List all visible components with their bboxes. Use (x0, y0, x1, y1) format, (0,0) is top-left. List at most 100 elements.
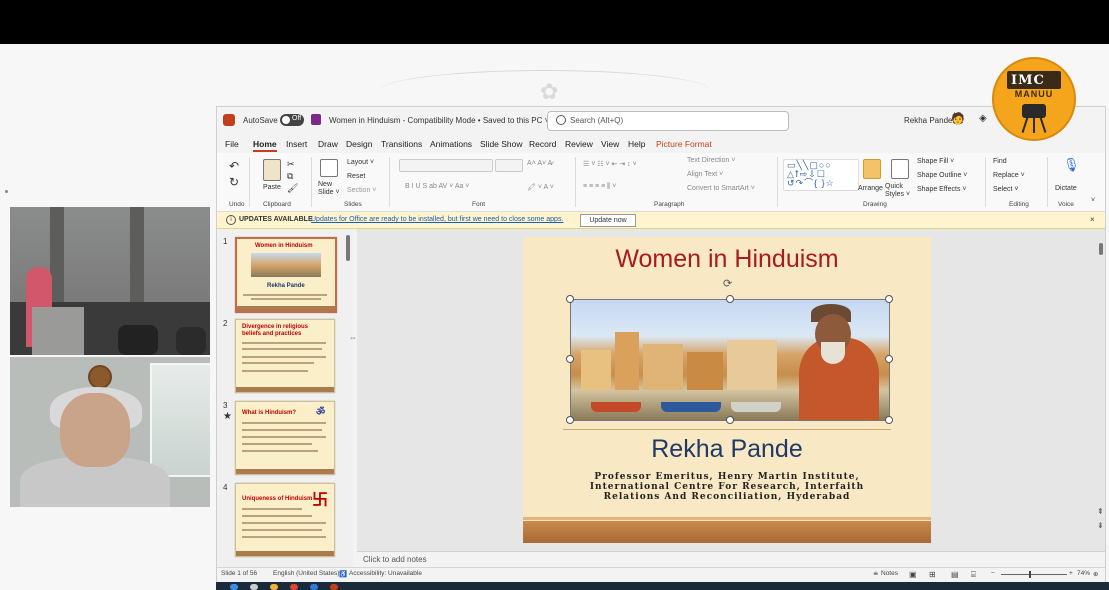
section-button[interactable]: Section ˅ (347, 187, 376, 194)
ribbon-collapse-icon[interactable]: ˅ (1091, 197, 1095, 204)
dictate-button[interactable]: Dictate (1055, 185, 1077, 192)
user-name[interactable]: Rekha Pande (904, 116, 952, 125)
tab-review[interactable]: Review (565, 139, 593, 149)
accessibility-status[interactable]: Accessibility: Unavailable (349, 570, 422, 577)
microphone-icon[interactable]: 🎙 (1063, 157, 1080, 173)
thumbnail-scrollbar[interactable] (346, 235, 350, 261)
save-icon[interactable] (311, 114, 321, 125)
list-bullets-icon[interactable]: ☰ ˅ ☷ ˅ ⇤ ⇥ ↕ ˅ (583, 160, 637, 168)
editor-scrollbar[interactable]: ⇞ ⇟ (1097, 237, 1105, 547)
paste-icon[interactable] (263, 159, 281, 181)
quick-styles-button[interactable]: Quick Styles ˅ (885, 183, 911, 199)
start-icon[interactable] (230, 584, 238, 590)
arrange-icon[interactable] (863, 159, 881, 179)
shapes-gallery[interactable]: ▭╲╲▢○○ △ꝉ⇨⇩☐ ↺↷⌒{ }☆ (783, 159, 859, 191)
notes-toggle[interactable]: Notes (881, 570, 898, 577)
paste-button[interactable]: Paste (263, 184, 281, 191)
zoom-slider[interactable] (1001, 574, 1067, 575)
font-size-select[interactable] (495, 159, 523, 172)
shape-outline-button[interactable]: Shape Outline ˅ (917, 172, 967, 179)
resize-handle[interactable] (726, 416, 734, 424)
zoom-slider-thumb[interactable] (1029, 571, 1031, 578)
arrange-button[interactable]: Arrange (858, 185, 883, 192)
powerpoint-taskbar-icon[interactable] (330, 584, 338, 590)
font-color-icon[interactable]: 🖍 ˅ A ˅ (527, 183, 554, 191)
file-explorer-icon[interactable] (270, 584, 278, 590)
diamond-icon[interactable]: ◈ (979, 113, 987, 124)
layout-button[interactable]: Layout ˅ (347, 159, 374, 166)
tab-home[interactable]: Home (253, 139, 277, 152)
slide-photo-varanasi-ghats[interactable] (570, 299, 890, 421)
previous-slide-icon[interactable]: ⇞ (1097, 507, 1104, 516)
quick-styles-icon[interactable] (891, 159, 909, 179)
notes-pane[interactable]: Click to add notes (357, 551, 1105, 568)
resize-handle[interactable] (885, 295, 893, 303)
resize-handle[interactable] (566, 295, 574, 303)
replace-button[interactable]: Replace ˅ (993, 172, 1025, 179)
rotate-handle-icon[interactable]: ⟳ (723, 277, 732, 290)
shape-effects-button[interactable]: Shape Effects ˅ (917, 186, 967, 193)
copy-icon[interactable]: ⧉ (287, 171, 293, 182)
align-text-button[interactable]: Align Text ˅ (687, 171, 723, 178)
resize-handle[interactable] (885, 355, 893, 363)
convert-smartart-button[interactable]: Convert to SmartArt ˅ (687, 185, 755, 192)
chrome-icon[interactable] (290, 584, 298, 590)
format-painter-icon[interactable]: 🖌 (287, 183, 298, 194)
pane-resize-handle-icon[interactable]: ⇔ (349, 333, 357, 342)
taskbar-search-icon[interactable] (250, 584, 258, 590)
slide-thumbnail-2[interactable]: Divergence in religious beliefs and prac… (235, 319, 335, 393)
tab-help[interactable]: Help (628, 139, 645, 149)
tab-picture-format[interactable]: Picture Format (656, 139, 712, 149)
slide-thumbnail-1[interactable]: Women in Hinduism Rekha Pande (235, 237, 337, 313)
autosave-toggle[interactable]: Off (280, 114, 304, 126)
resize-handle[interactable] (726, 295, 734, 303)
resize-handle[interactable] (566, 355, 574, 363)
tab-insert[interactable]: Insert (286, 139, 307, 149)
document-title[interactable]: Women in Hinduism - Compatibility Mode •… (329, 116, 549, 125)
zoom-out-icon[interactable]: − (991, 570, 995, 577)
font-name-select[interactable] (399, 159, 493, 172)
align-icons[interactable]: ≡ ≡ ≡ ≡ ⫼ ˅ (583, 183, 616, 191)
close-icon[interactable]: × (1090, 215, 1095, 224)
select-button[interactable]: Select ˅ (993, 186, 1019, 193)
font-grow-shrink-icon[interactable]: A˄ A˅ A̷ (527, 160, 552, 167)
normal-view-icon[interactable]: ▣ (909, 570, 917, 579)
new-slide-button[interactable]: New Slide ˅ (318, 181, 342, 197)
slide-show-icon[interactable]: ⌸ (971, 570, 976, 580)
font-format-buttons[interactable]: B I U S ab AV ˅ Aa ˅ (405, 183, 469, 190)
tab-design[interactable]: Design (346, 139, 372, 149)
tab-draw[interactable]: Draw (318, 139, 338, 149)
language-status[interactable]: English (United States) (273, 570, 339, 577)
tab-animations[interactable]: Animations (430, 139, 472, 149)
zoom-level[interactable]: 74% (1077, 570, 1090, 577)
tab-file[interactable]: File (225, 139, 239, 149)
reset-button[interactable]: Reset (347, 173, 365, 180)
next-slide-icon[interactable]: ⇟ (1097, 521, 1104, 530)
fit-slide-icon[interactable]: ⊕ (1093, 570, 1098, 578)
new-slide-icon[interactable] (320, 159, 338, 177)
updates-message-link[interactable]: Updates for Office are ready to be insta… (311, 216, 563, 223)
shape-fill-button[interactable]: Shape Fill ˅ (917, 158, 954, 165)
slide-thumbnail-3[interactable]: What is Hinduism? ॐ (235, 401, 335, 475)
zoom-in-icon[interactable]: + (1069, 570, 1073, 577)
update-now-button[interactable]: Update now (580, 214, 636, 227)
redo-icon[interactable]: ↻ (229, 175, 239, 189)
slide-author-name[interactable]: Rekha Pande (523, 435, 931, 464)
undo-icon[interactable]: ↶ (229, 159, 239, 173)
user-avatar-icon[interactable]: 🧑 (951, 112, 965, 125)
resize-handle[interactable] (566, 416, 574, 424)
text-direction-button[interactable]: Text Direction ˅ (687, 157, 735, 164)
slide-author-affiliation[interactable]: Professor Emeritus, Henry Martin Institu… (563, 472, 891, 502)
slide-title[interactable]: Women in Hinduism (523, 245, 931, 274)
tab-record[interactable]: Record (529, 139, 556, 149)
editor-scrollbar-thumb[interactable] (1099, 243, 1103, 255)
tab-view[interactable]: View (601, 139, 619, 149)
edge-icon[interactable] (310, 584, 318, 590)
tab-slide-show[interactable]: Slide Show (480, 139, 523, 149)
slide-canvas[interactable]: Women in Hinduism ⟳ Rekha Pande Professo… (523, 237, 931, 543)
notes-icon[interactable]: ≘ (873, 570, 878, 578)
tab-transitions[interactable]: Transitions (381, 139, 422, 149)
find-button[interactable]: Find (993, 158, 1007, 165)
search-input[interactable]: Search (Alt+Q) (547, 111, 789, 131)
cut-icon[interactable]: ✂ (287, 159, 295, 170)
